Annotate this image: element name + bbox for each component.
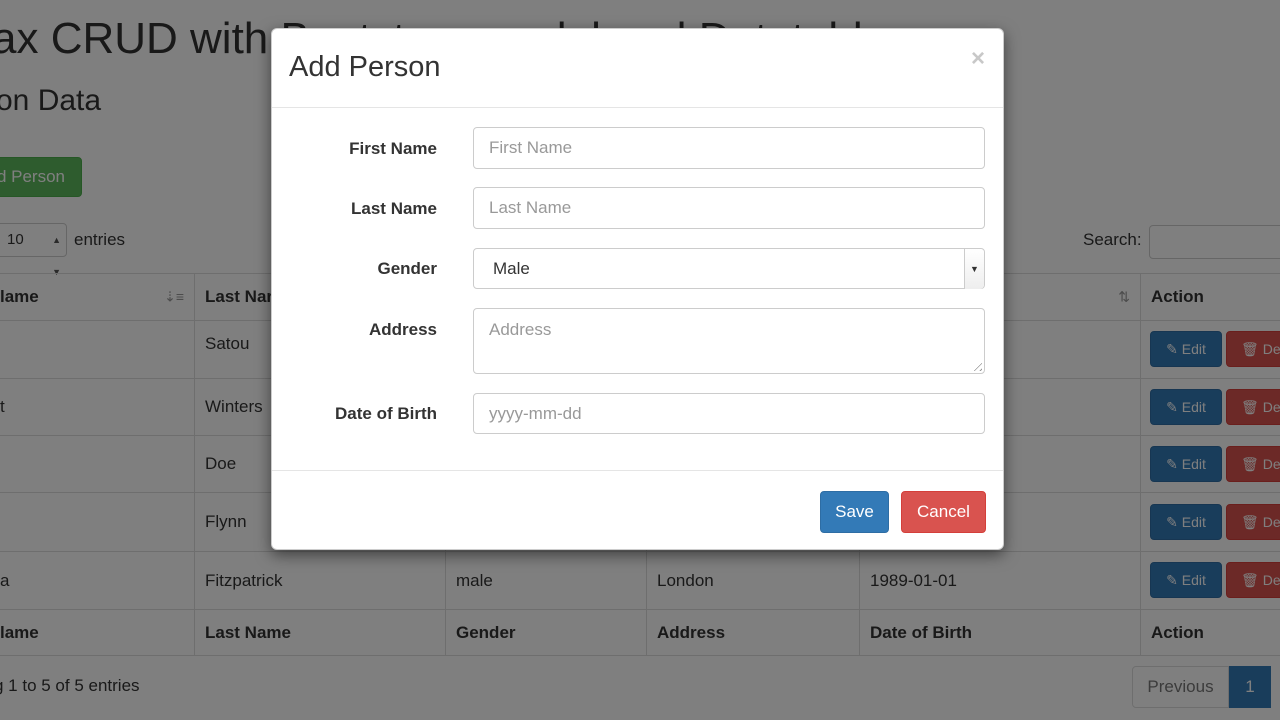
chevron-down-icon: ▼ xyxy=(964,249,984,289)
gender-select-value: Male xyxy=(493,258,530,278)
page: ax CRUD with Bootstrap modal and Datatab… xyxy=(0,0,1280,720)
cancel-button[interactable]: Cancel xyxy=(901,491,986,533)
add-person-modal: Add Person × First Name First Name Last … xyxy=(271,28,1004,550)
modal-title: Add Person xyxy=(289,51,441,83)
address-label: Address xyxy=(368,320,437,339)
modal-header: Add Person × xyxy=(272,29,1003,108)
gender-label: Gender xyxy=(377,259,437,278)
last-name-input[interactable]: Last Name xyxy=(473,187,985,229)
address-textarea[interactable]: Address xyxy=(473,308,985,374)
resize-handle-icon[interactable] xyxy=(970,359,982,371)
modal-footer: Save Cancel xyxy=(272,470,1003,550)
address-placeholder: Address xyxy=(489,320,552,339)
gender-select[interactable]: Male ▼ xyxy=(473,248,985,289)
first-name-input[interactable]: First Name xyxy=(473,127,985,169)
first-name-label: First Name xyxy=(349,139,437,158)
dob-label: Date of Birth xyxy=(335,404,437,423)
dob-input[interactable]: yyyy-mm-dd xyxy=(473,393,985,434)
last-name-label: Last Name xyxy=(351,199,437,218)
save-button[interactable]: Save xyxy=(820,491,889,533)
close-icon[interactable]: × xyxy=(971,47,985,71)
